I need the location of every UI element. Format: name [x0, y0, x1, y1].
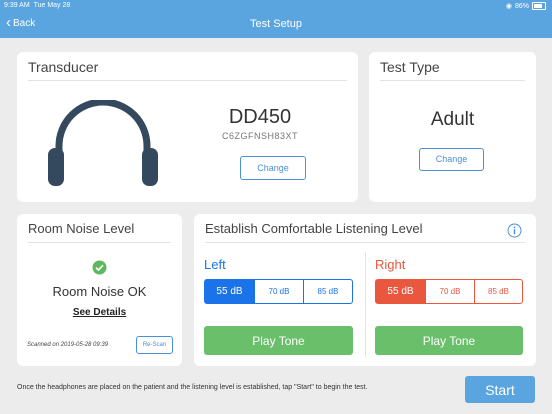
- rescan-button[interactable]: Re-Scan: [136, 336, 173, 354]
- navigation-bar: ‹ Back Test Setup: [0, 12, 552, 38]
- see-details-link[interactable]: See Details: [17, 307, 182, 318]
- page-title: Test Setup: [250, 18, 302, 30]
- listening-level-title: Establish Comfortable Listening Level: [205, 221, 423, 236]
- status-time: 9:39 AM: [4, 2, 30, 9]
- right-level-70[interactable]: 70 dB: [426, 279, 475, 304]
- scanned-on-text: Scanned on 2019-05-28 09:39: [27, 342, 109, 348]
- right-level-85[interactable]: 85 dB: [475, 279, 523, 304]
- transducer-serial: C6ZGFNSH83XT: [221, 131, 298, 141]
- left-play-tone-button[interactable]: Play Tone: [204, 326, 353, 355]
- transducer-title: Transducer: [28, 59, 99, 75]
- change-transducer-button[interactable]: Change: [240, 156, 306, 180]
- start-button[interactable]: Start: [465, 376, 535, 403]
- battery-icon: [532, 2, 546, 10]
- left-level-70[interactable]: 70 dB: [255, 279, 304, 304]
- status-date: Tue May 28: [33, 2, 71, 9]
- headphones-icon: [48, 100, 158, 186]
- room-noise-card: Room Noise Level Room Noise OK See Detai…: [17, 214, 182, 366]
- divider: [380, 80, 525, 81]
- right-level-55[interactable]: 55 dB: [375, 279, 426, 304]
- transducer-model: DD450: [228, 106, 292, 128]
- room-noise-title: Room Noise Level: [28, 221, 135, 236]
- status-time-date: 9:39 AM Tue May 28: [4, 2, 70, 9]
- test-type-card: Test Type Adult Change: [369, 52, 536, 202]
- right-ear-label: Right: [375, 257, 406, 272]
- room-noise-status: Room Noise OK: [52, 284, 147, 299]
- status-right: ◉ 86%: [506, 2, 546, 10]
- right-level-selector: 55 dB 70 dB 85 dB: [375, 279, 523, 304]
- divider: [205, 242, 525, 243]
- footer-instruction: Once the headphones are placed on the pa…: [17, 384, 368, 391]
- column-divider: [365, 252, 366, 357]
- info-icon[interactable]: [507, 223, 522, 238]
- left-level-85[interactable]: 85 dB: [304, 279, 353, 304]
- divider: [28, 80, 347, 81]
- wifi-icon: ◉: [505, 3, 512, 10]
- left-ear-label: Left: [204, 257, 226, 272]
- check-icon: [92, 260, 107, 275]
- left-level-55[interactable]: 55 dB: [204, 279, 255, 304]
- battery-percent: 86%: [514, 2, 529, 10]
- right-play-tone-button[interactable]: Play Tone: [375, 326, 523, 355]
- divider: [28, 242, 171, 243]
- test-type-value: Adult: [430, 109, 475, 130]
- status-bar: 9:39 AM Tue May 28 ◉ 86%: [0, 0, 552, 12]
- test-type-title: Test Type: [380, 59, 440, 75]
- change-test-type-button[interactable]: Change: [419, 148, 484, 171]
- transducer-card: Transducer DD450 C6ZGFNSH83XT Change: [17, 52, 358, 202]
- left-level-selector: 55 dB 70 dB 85 dB: [204, 279, 353, 304]
